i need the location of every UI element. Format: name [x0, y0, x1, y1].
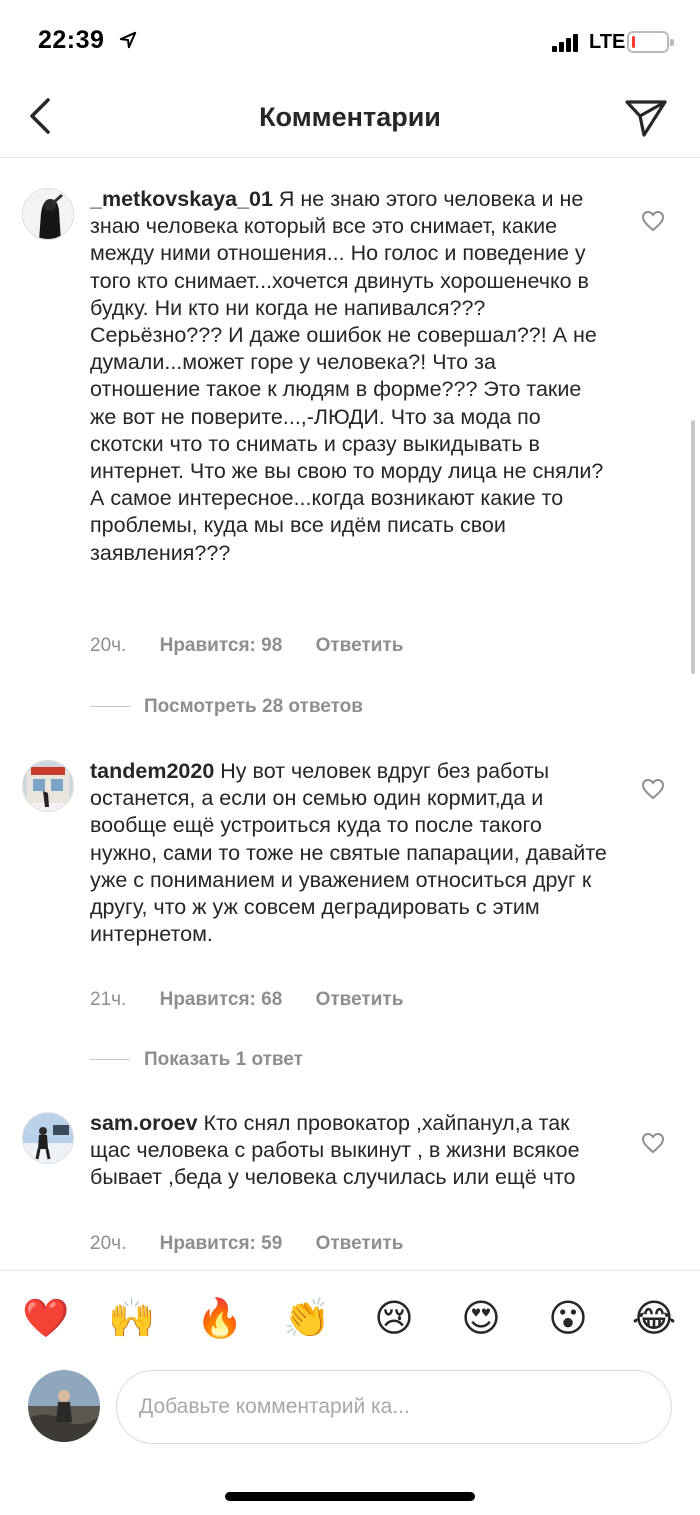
scrollbar[interactable]: [691, 420, 695, 674]
comment-time: 21ч.: [90, 989, 127, 1010]
avatar[interactable]: [22, 188, 74, 240]
like-heart-icon[interactable]: [641, 778, 665, 800]
comment-username[interactable]: sam.oroev: [90, 1111, 198, 1135]
reply-button[interactable]: Ответить: [316, 1233, 404, 1254]
comment-username[interactable]: tandem2020: [90, 759, 214, 783]
view-replies-button[interactable]: Посмотреть 28 ответов: [90, 696, 363, 718]
view-replies-button[interactable]: Показать 1 ответ: [90, 1049, 303, 1071]
avatar[interactable]: [22, 1112, 74, 1164]
battery-icon: [627, 31, 674, 53]
status-bar: 22:39 LTE: [0, 0, 700, 88]
comment-content: Ну вот человек вдруг без работы останетс…: [90, 759, 607, 947]
comment-input[interactable]: [116, 1370, 672, 1444]
comment-text: sam.oroev Кто снял провокатор ,хайпанул,…: [90, 1110, 610, 1192]
emoji-raised-hands[interactable]: 🙌: [108, 1295, 156, 1343]
emoji-heart-eyes[interactable]: 😍: [457, 1295, 505, 1343]
comment-text: tandem2020 Ну вот человек вдруг без рабо…: [90, 758, 610, 948]
comment-content: Я не знаю этого человека и не знаю челов…: [90, 187, 604, 565]
avatar: [28, 1370, 100, 1442]
comment-meta: 20ч. Нравится: 59 Ответить: [90, 1233, 431, 1255]
home-indicator[interactable]: [225, 1492, 475, 1501]
emoji-clapping-hands[interactable]: 👏: [283, 1295, 331, 1343]
comment-composer: [0, 1366, 700, 1456]
emoji-tears-of-joy[interactable]: 😂: [630, 1295, 678, 1343]
like-heart-icon[interactable]: [641, 1132, 665, 1154]
comment-meta: 21ч. Нравится: 68 Ответить: [90, 989, 431, 1011]
avatar[interactable]: [22, 760, 74, 812]
emoji-crying-face[interactable]: 😢: [370, 1295, 418, 1343]
network-type: LTE: [589, 31, 626, 53]
reply-button[interactable]: Ответить: [316, 989, 404, 1010]
nav-header: Комментарии: [0, 88, 700, 158]
comment-meta: 20ч. Нравится: 98 Ответить: [90, 635, 431, 657]
comment-username[interactable]: _metkovskaya_01: [90, 187, 273, 211]
comment-text: _metkovskaya_01 Я не знаю этого человека…: [90, 186, 610, 567]
battery-level: [632, 36, 635, 48]
emoji-fire[interactable]: 🔥: [196, 1295, 244, 1343]
direct-share-button[interactable]: [624, 98, 668, 138]
divider: [90, 706, 130, 708]
view-replies-label: Показать 1 ответ: [144, 1049, 303, 1070]
comment-likes[interactable]: Нравится: 59: [160, 1233, 283, 1254]
emoji-heart[interactable]: ❤️: [22, 1295, 70, 1343]
status-time: 22:39: [38, 26, 105, 54]
cellular-signal-icon: [552, 32, 578, 52]
comment-likes[interactable]: Нравится: 68: [160, 989, 283, 1010]
emoji-surprised-face[interactable]: 😮: [544, 1295, 592, 1343]
comment-likes[interactable]: Нравится: 98: [160, 635, 283, 656]
reply-button[interactable]: Ответить: [316, 635, 404, 656]
view-replies-label: Посмотреть 28 ответов: [144, 696, 363, 717]
emoji-bar: ❤️ 🙌 🔥 👏 😢 😍 😮 😂: [0, 1270, 700, 1366]
like-heart-icon[interactable]: [641, 210, 665, 232]
comment-time: 20ч.: [90, 635, 127, 656]
location-arrow-icon: [119, 31, 137, 49]
comment-time: 20ч.: [90, 1233, 127, 1254]
page-title: Комментарии: [259, 102, 441, 132]
divider: [90, 1059, 130, 1061]
